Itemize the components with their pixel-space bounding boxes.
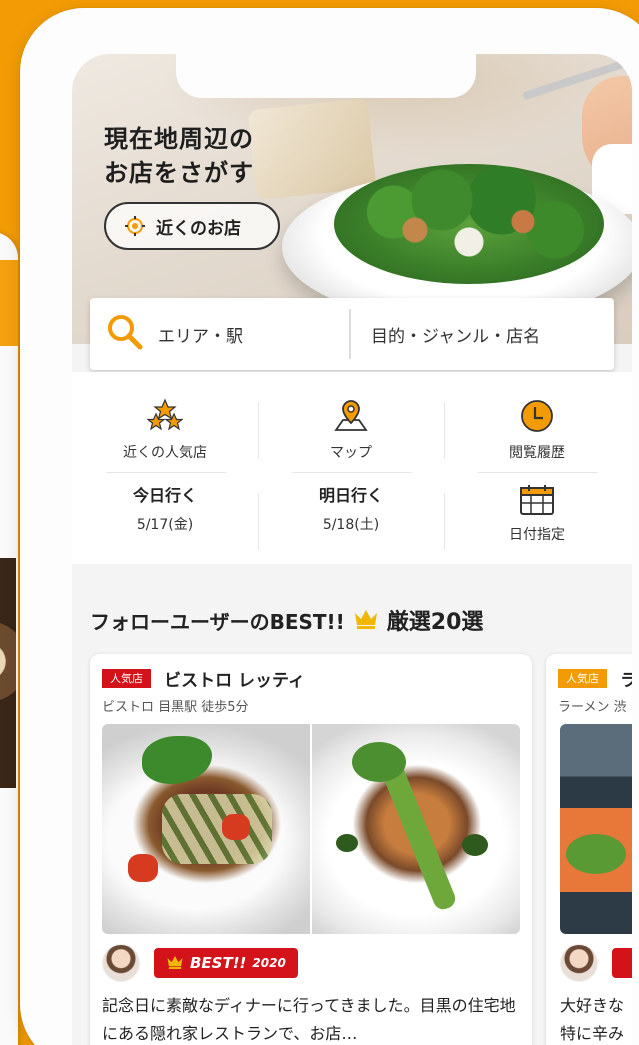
hero-photo-salad xyxy=(334,164,604,284)
background-phone-photo xyxy=(0,558,16,788)
quick-history[interactable]: 閲覧履歴 xyxy=(444,390,630,462)
location-target-icon xyxy=(124,215,146,237)
food-photo-sauce xyxy=(462,834,488,856)
food-photo-tomato xyxy=(222,814,250,840)
restaurant-card[interactable]: 人気店 ラ ラーメン 渋 大好きな 特に辛み xyxy=(546,654,632,1045)
quick-tomorrow[interactable]: 明日行く 5/18(土) xyxy=(258,482,444,554)
food-photo xyxy=(102,724,310,934)
search-icon xyxy=(106,313,144,356)
user-avatar[interactable] xyxy=(102,944,140,982)
crown-icon xyxy=(166,954,184,973)
app-screen: 現在地周辺の お店をさがす 近くのお店 エリア・駅 目的・ジャンル・店名 近くの… xyxy=(72,54,632,1045)
background-phone xyxy=(0,232,18,1045)
food-photo xyxy=(312,724,520,934)
keyword-search-placeholder: 目的・ジャンル・店名 xyxy=(371,326,541,347)
quick-divider xyxy=(478,472,598,473)
phone-frame: 現在地周辺の お店をさがす 近くのお店 エリア・駅 目的・ジャンル・店名 近くの… xyxy=(20,8,639,1045)
review-comment: 大好きな 特に辛み xyxy=(560,996,625,1043)
section-title: フォローユーザーのBEST!! 厳選20選 xyxy=(90,604,483,636)
area-search-placeholder: エリア・駅 xyxy=(158,326,243,347)
restaurant-meta: ビストロ 目黒駅 徒歩5分 xyxy=(102,700,249,715)
food-photo-sauce xyxy=(336,834,358,852)
quick-date-select-label: 日付指定 xyxy=(509,527,565,543)
section-title-suffix: 厳選20選 xyxy=(386,610,484,635)
user-avatar[interactable] xyxy=(560,944,598,982)
quick-tomorrow-date: 5/18(土) xyxy=(322,517,380,533)
search-box: エリア・駅 目的・ジャンル・店名 xyxy=(90,298,614,370)
hero-photo-toast xyxy=(247,97,377,201)
restaurant-card[interactable]: 人気店 ビストロ レッティ ビストロ 目黒駅 徒歩5分 BEST!! 2020 … xyxy=(90,654,532,1045)
best-badge: BEST!! 2020 xyxy=(154,948,298,978)
quick-today-date: 5/17(金) xyxy=(136,517,194,533)
quick-date-select[interactable]: 日付指定 xyxy=(444,482,630,554)
keyword-search-field[interactable]: 目的・ジャンル・店名 xyxy=(351,298,614,370)
quick-today[interactable]: 今日行く 5/17(金) xyxy=(72,482,258,554)
nearby-shops-button[interactable]: 近くのお店 xyxy=(104,202,280,250)
section-title-prefix: フォローユーザーのBEST!! xyxy=(90,609,345,634)
best-badge-label: BEST!! xyxy=(190,954,247,972)
popular-tag: 人気店 xyxy=(102,669,151,688)
restaurant-name: ビストロ レッティ xyxy=(164,671,305,691)
quick-map[interactable]: マップ xyxy=(258,390,444,462)
popular-tag: 人気店 xyxy=(558,669,607,688)
stars-icon xyxy=(147,398,183,434)
food-photo xyxy=(560,724,632,934)
quick-history-label: 閲覧履歴 xyxy=(509,445,565,461)
food-photo-tomato xyxy=(128,854,158,882)
phone-notch xyxy=(176,54,476,98)
food-photo-herbs xyxy=(352,742,406,782)
restaurant-meta: ラーメン 渋 xyxy=(558,700,627,715)
hero-title: 現在地周辺の お店をさがす xyxy=(104,125,254,187)
nearby-shops-label: 近くのお店 xyxy=(156,218,241,239)
quick-divider xyxy=(292,472,412,473)
restaurant-name: ラ xyxy=(620,671,632,691)
food-photo-greens xyxy=(566,834,626,874)
food-photo-zucchini xyxy=(162,794,272,864)
best-badge xyxy=(612,948,632,978)
quick-popular-label: 近くの人気店 xyxy=(123,445,207,461)
crown-icon xyxy=(353,607,379,634)
quick-menu: 近くの人気店 マップ 閲覧履歴 今日行く 5/17(金) 明日行く 5/18(土… xyxy=(72,372,632,564)
clock-icon xyxy=(519,398,555,434)
quick-today-label: 今日行く xyxy=(132,486,197,505)
quick-tomorrow-label: 明日行く xyxy=(318,486,383,505)
calendar-icon xyxy=(519,482,555,518)
best-badge-year: 2020 xyxy=(252,956,286,970)
quick-divider xyxy=(106,472,226,473)
review-comment: 記念日に素敵なディナーに行ってきました。目黒の住宅地にある隠れ家レストランで、お… xyxy=(102,996,516,1043)
area-search-field[interactable]: エリア・駅 xyxy=(90,298,349,370)
quick-popular-nearby[interactable]: 近くの人気店 xyxy=(72,390,258,462)
background-phone-header xyxy=(0,260,18,346)
map-pin-icon xyxy=(333,398,369,434)
quick-map-label: マップ xyxy=(330,445,372,461)
